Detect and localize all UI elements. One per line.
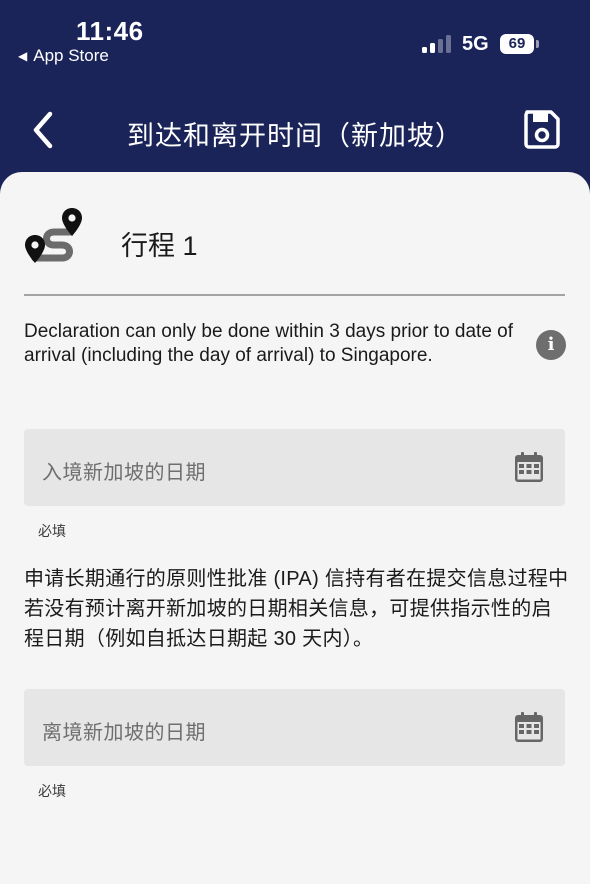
declaration-info-text: Declaration can only be done within 3 da… [24,321,514,366]
arrival-date-placeholder: 入境新加坡的日期 [42,462,206,484]
back-to-app-store-link[interactable]: ◀ App Store [18,46,109,66]
status-time: 11:46 [76,16,144,46]
departure-required-helper: 必填 [38,783,66,799]
floppy-disk-icon[interactable] [522,108,562,150]
chevron-left-icon[interactable] [28,108,58,152]
page-title: 到达和离开时间（新加坡） [127,121,463,151]
arrival-date-field[interactable]: 入境新加坡的日期 [24,429,565,506]
status-bar: 11:46 ◀ App Store 5G 69 [0,0,590,84]
calendar-icon[interactable] [515,712,543,742]
ipa-note-text: 申请长期通行的原则性批准 (IPA) 信持有者在提交信息过程中若没有预计离开新加… [24,568,569,650]
calendar-icon[interactable] [515,452,543,482]
divider [24,294,565,296]
route-pins-icon [22,208,88,270]
signal-strength-icon [422,35,452,53]
nav-bar: 到达和离开时间（新加坡） [0,88,590,172]
departure-date-field[interactable]: 离境新加坡的日期 [24,689,565,766]
info-icon[interactable]: i [536,330,566,360]
back-app-label: App Store [33,46,109,65]
arrival-required-helper: 必填 [38,523,66,539]
content-sheet: 行程 1 Declaration can only be done within… [0,172,590,884]
trip-title: 行程 1 [121,231,198,261]
departure-date-placeholder: 离境新加坡的日期 [42,722,206,744]
battery-tip [536,40,539,48]
network-type: 5G [462,33,489,55]
battery-indicator: 69 [500,34,534,54]
back-triangle-icon: ◀ [18,49,28,63]
